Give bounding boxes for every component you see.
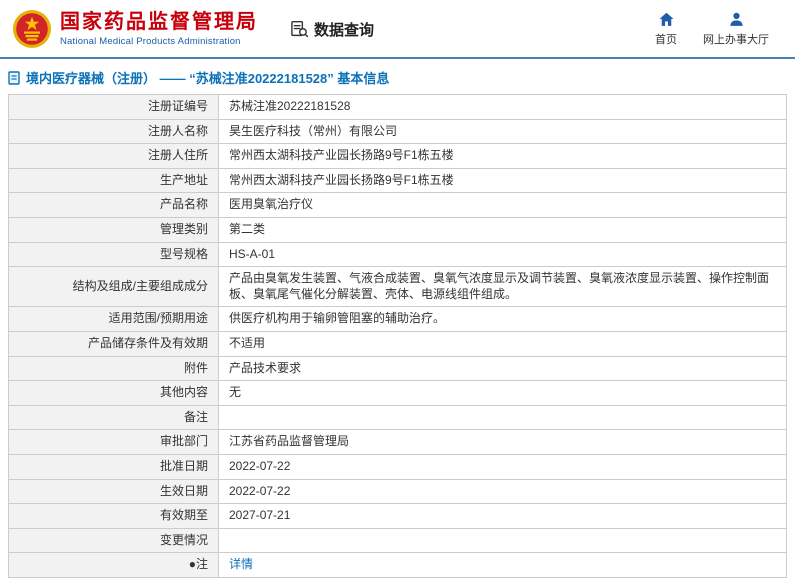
row-value: 2027-07-21 <box>218 503 787 529</box>
table-row-remarks: 备注 <box>8 404 787 431</box>
table-row-approval-date: 批准日期 2022-07-22 <box>8 453 787 480</box>
page-title: 境内医疗器械（注册） —— “苏械注准20222181528” 基本信息 <box>0 59 795 94</box>
table-row-storage-conditions: 产品储存条件及有效期 不适用 <box>8 330 787 357</box>
table-row-registrant-name: 注册人名称 昊生医疗科技（常州）有限公司 <box>8 118 787 145</box>
row-label: ●注 <box>8 552 219 578</box>
table-row-registrant-address: 注册人住所 常州西太湖科技产业园长扬路9号F1栋五楼 <box>8 143 787 169</box>
table-row-note: ●注 详情 <box>8 552 787 578</box>
row-value: 医用臭氧治疗仪 <box>218 192 787 218</box>
row-label: 生效日期 <box>8 478 219 505</box>
row-value: 供医疗机构用于输卵管阻塞的辅助治疗。 <box>218 306 787 332</box>
table-row-effective-date: 生效日期 2022-07-22 <box>8 478 787 505</box>
detail-link[interactable]: 详情 <box>229 557 253 571</box>
file-icon <box>8 70 20 85</box>
table-row-composition: 结构及组成/主要组成成分 产品由臭氧发生装置、气液合成装置、臭氧气浓度显示及调节… <box>8 266 787 308</box>
data-query-label: 数据查询 <box>314 21 375 39</box>
row-label: 产品名称 <box>8 192 219 218</box>
row-value: 昊生医疗科技（常州）有限公司 <box>218 118 787 145</box>
row-label: 注册证编号 <box>8 94 219 120</box>
row-label: 适用范围/预期用途 <box>8 306 219 332</box>
table-row-management-class: 管理类别 第二类 <box>8 216 787 243</box>
document-search-icon <box>291 20 309 37</box>
row-label: 有效期至 <box>8 503 219 529</box>
row-label: 注册人名称 <box>8 118 219 145</box>
row-value <box>218 404 787 431</box>
data-query-nav[interactable]: 数据查询 <box>290 19 374 40</box>
row-value: 无 <box>218 380 787 406</box>
agency-name-cn: 国家药品监督管理局 <box>60 11 258 33</box>
table-row-approval-department: 审批部门 江苏省药品监督管理局 <box>8 429 787 455</box>
page: 国家药品监督管理局 National Medical Products Admi… <box>0 0 795 578</box>
agency-brand[interactable]: 国家药品监督管理局 National Medical Products Admi… <box>12 9 258 49</box>
user-icon <box>729 12 743 26</box>
registration-info-table: 注册证编号 苏械注准20222181528 注册人名称 昊生医疗科技（常州）有限… <box>8 94 787 578</box>
table-row-change-status: 变更情况 <box>8 527 787 554</box>
nav-hall-label: 网上办事大厅 <box>703 34 769 46</box>
row-label: 管理类别 <box>8 216 219 243</box>
nav-home-label: 首页 <box>655 34 677 46</box>
table-row-expiry-date: 有效期至 2027-07-21 <box>8 503 787 529</box>
row-label: 附件 <box>8 355 219 382</box>
row-label: 产品储存条件及有效期 <box>8 330 219 357</box>
row-value: 2022-07-22 <box>218 453 787 480</box>
row-label: 型号规格 <box>8 241 219 268</box>
row-value: 江苏省药品监督管理局 <box>218 429 787 455</box>
table-row-intended-use: 适用范围/预期用途 供医疗机构用于输卵管阻塞的辅助治疗。 <box>8 306 787 332</box>
site-header: 国家药品监督管理局 National Medical Products Admi… <box>0 0 795 57</box>
brand-text: 国家药品监督管理局 National Medical Products Admi… <box>60 11 258 47</box>
row-label: 生产地址 <box>8 167 219 194</box>
row-value: 产品由臭氧发生装置、气液合成装置、臭氧气浓度显示及调节装置、臭氧液浓度显示装置、… <box>218 266 787 308</box>
nav-home[interactable]: 首页 <box>655 11 677 47</box>
table-row-other-content: 其他内容 无 <box>8 380 787 406</box>
row-value: 详情 <box>218 552 787 578</box>
row-value: 常州西太湖科技产业园长扬路9号F1栋五楼 <box>218 143 787 169</box>
row-value: 第二类 <box>218 216 787 243</box>
row-value: HS-A-01 <box>218 241 787 268</box>
page-title-text: 境内医疗器械（注册） —— “苏械注准20222181528” 基本信息 <box>26 71 390 86</box>
row-label: 变更情况 <box>8 527 219 554</box>
row-label: 其他内容 <box>8 380 219 406</box>
agency-name-en: National Medical Products Administration <box>60 36 241 47</box>
table-row-product-name: 产品名称 医用臭氧治疗仪 <box>8 192 787 218</box>
row-value <box>218 527 787 554</box>
table-row-attachment: 附件 产品技术要求 <box>8 355 787 382</box>
home-icon <box>659 12 673 26</box>
row-value: 产品技术要求 <box>218 355 787 382</box>
row-label: 注册人住所 <box>8 143 219 169</box>
row-value: 苏械注准20222181528 <box>218 94 787 120</box>
row-value: 2022-07-22 <box>218 478 787 505</box>
table-row-model-spec: 型号规格 HS-A-01 <box>8 241 787 268</box>
row-value: 不适用 <box>218 330 787 357</box>
table-row-reg-number: 注册证编号 苏械注准20222181528 <box>8 94 787 120</box>
national-emblem-logo <box>13 10 51 48</box>
row-label: 审批部门 <box>8 429 219 455</box>
nav-online-hall[interactable]: 网上办事大厅 <box>703 11 769 47</box>
row-value: 常州西太湖科技产业园长扬路9号F1栋五楼 <box>218 167 787 194</box>
info-table-body: 注册证编号 苏械注准20222181528 注册人名称 昊生医疗科技（常州）有限… <box>8 94 787 578</box>
row-label: 批准日期 <box>8 453 219 480</box>
row-label: 备注 <box>8 404 219 431</box>
table-row-production-address: 生产地址 常州西太湖科技产业园长扬路9号F1栋五楼 <box>8 167 787 194</box>
row-label: 结构及组成/主要组成成分 <box>8 266 219 308</box>
header-right-nav: 首页 网上办事大厅 <box>655 11 781 47</box>
